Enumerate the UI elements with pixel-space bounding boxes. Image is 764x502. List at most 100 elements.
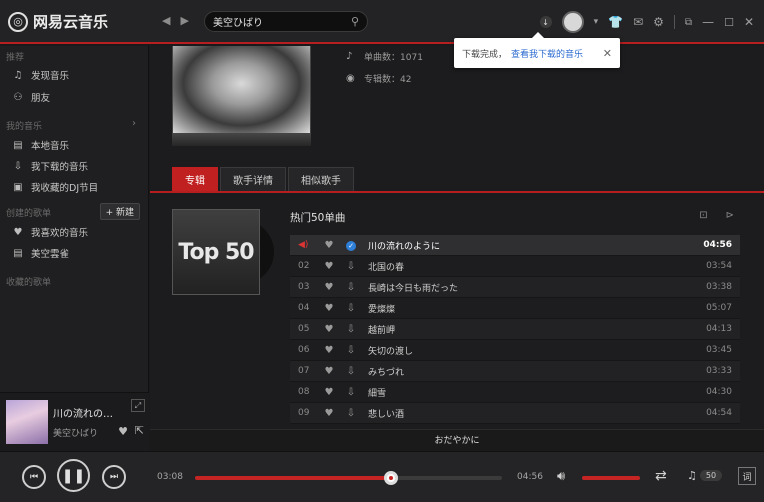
app-logo[interactable]: ◎ 网易云音乐 (8, 11, 108, 32)
friends-icon: ⚇ (13, 91, 23, 103)
like-heart-icon[interactable]: ♥ (318, 282, 340, 293)
now-playing-artist[interactable]: 美空ひばり (53, 426, 98, 439)
sidebar-item-friends[interactable]: ⚇ 朋友 (12, 90, 51, 105)
track-duration: 04:56 (703, 240, 732, 250)
share-icon[interactable]: ⇱ (135, 424, 144, 437)
download-icon[interactable]: ⇩ (340, 324, 362, 335)
table-row[interactable]: 04 ♥ ⇩ 愛燦燦 05:07 (290, 298, 740, 319)
artist-tabs: 专辑 歌手详情 相似歌手 (172, 167, 354, 191)
song-count-label: 单曲数： (364, 53, 401, 63)
main-content: ♪ 单曲数：1071 ◉ 专辑数：42 专辑 歌手详情 相似歌手 Top 50 … (150, 46, 764, 451)
track-list-actions: ⊡ ⊳ (699, 210, 734, 221)
expand-icon[interactable]: ⤢ (131, 399, 145, 412)
sidebar-item-label: 美空雲雀 (31, 249, 70, 260)
like-heart-icon[interactable]: ♥ (318, 303, 340, 314)
sidebar-item-playlist[interactable]: ▤ 美空雲雀 (12, 246, 70, 261)
track-number: 05 (298, 324, 310, 334)
like-heart-icon[interactable]: ♥ (318, 366, 340, 377)
pause-icon[interactable]: ❚❚ (57, 459, 90, 492)
local-music-icon: ▤ (13, 139, 23, 151)
like-heart-icon[interactable]: ♥ (118, 425, 128, 438)
search-icon[interactable]: ⚲ (351, 15, 359, 28)
progress-slider[interactable] (195, 471, 502, 485)
download-icon[interactable]: ⇩ (340, 387, 362, 398)
close-icon[interactable]: ✕ (603, 47, 612, 60)
track-name: 越前岬 (368, 325, 396, 336)
download-icon[interactable]: ⇩ (340, 345, 362, 356)
table-row[interactable]: ◀) ♥ ✓ 川の流れのように 04:56 (290, 235, 740, 256)
table-row[interactable]: 02 ♥ ⇩ 北国の春 03:54 (290, 256, 740, 277)
download-status-icon[interactable]: ↓ (539, 16, 552, 28)
section-my-music: 我的音乐 (6, 122, 43, 132)
sidebar-item-label: 本地音乐 (31, 141, 70, 152)
volume-slider[interactable] (582, 476, 640, 480)
close-icon[interactable]: ✕ (744, 15, 754, 29)
like-heart-icon[interactable]: ♥ (318, 408, 340, 419)
download-icon[interactable]: ⇩ (340, 366, 362, 377)
volume-fill (582, 476, 640, 480)
chevron-down-icon[interactable]: ▾ (594, 17, 599, 27)
sidebar-item-label: 朋友 (31, 93, 51, 104)
tab-artist-details[interactable]: 歌手详情 (220, 167, 286, 191)
next-track-icon[interactable]: ⏭ (102, 465, 126, 489)
track-number: 07 (298, 366, 310, 376)
disc-icon: ◉ (346, 73, 355, 84)
sidebar-item-discover[interactable]: ♫ 发现音乐 (12, 68, 70, 83)
like-heart-icon[interactable]: ♥ (318, 261, 340, 272)
message-icon[interactable]: ✉ (633, 15, 643, 29)
downloaded-check-icon[interactable]: ✓ (340, 240, 362, 251)
previous-track-icon[interactable]: ⏮ (22, 465, 46, 489)
table-row[interactable]: 03 ♥ ⇩ 長崎は今日も雨だった 03:38 (290, 277, 740, 298)
table-row[interactable]: 07 ♥ ⇩ みちづれ 03:33 (290, 361, 740, 382)
lyrics-icon[interactable]: 词 (738, 467, 756, 485)
view-downloads-link[interactable]: 查看我下载的音乐 (511, 47, 583, 60)
download-icon[interactable]: ⇩ (340, 408, 362, 419)
volume-icon[interactable]: 🔊︎ (557, 469, 565, 484)
tab-albums[interactable]: 专辑 (172, 167, 218, 191)
sidebar-item-dj[interactable]: ▣ 我收藏的DJ节目 (12, 180, 98, 195)
now-playing-cover[interactable] (6, 400, 48, 444)
sidebar-item-downloads[interactable]: ⇩ 我下载的音乐 (12, 159, 88, 174)
like-heart-icon[interactable]: ♥ (318, 324, 340, 335)
sidebar-item-liked[interactable]: ♥ 我喜欢的音乐 (12, 225, 89, 240)
search-input[interactable] (213, 16, 351, 27)
like-heart-icon[interactable]: ♥ (318, 387, 340, 398)
table-row[interactable]: 06 ♥ ⇩ 矢切の渡し 03:45 (290, 340, 740, 361)
user-avatar[interactable] (561, 11, 584, 33)
now-playing-mini[interactable]: 川の流れの… 美空ひばり ⤢ ♥ ⇱ (0, 392, 149, 451)
track-duration: 04:13 (706, 324, 732, 334)
like-heart-icon[interactable]: ♥ (318, 240, 340, 251)
download-icon[interactable]: ⇩ (340, 261, 362, 272)
settings-gear-icon[interactable]: ⚙ (653, 15, 664, 29)
table-row[interactable]: 09 ♥ ⇩ 悲しい酒 04:54 (290, 403, 740, 424)
download-icon[interactable]: ⇩ (340, 303, 362, 314)
tab-similar-artists[interactable]: 相似歌手 (288, 167, 354, 191)
new-playlist-button[interactable]: + 新建 (99, 203, 140, 220)
mini-mode-icon[interactable]: ⧉ (685, 17, 692, 28)
play-all-icon[interactable]: ⊳ (726, 210, 734, 221)
track-name: 川の流れのように (368, 241, 441, 252)
download-icon[interactable]: ⇩ (340, 282, 362, 293)
table-row[interactable]: 05 ♥ ⇩ 越前岬 04:13 (290, 319, 740, 340)
album-count-stat: ◉ 专辑数：42 (346, 72, 411, 85)
loop-mode-icon[interactable]: ⇄ (655, 468, 667, 484)
forward-arrow-icon[interactable]: ▶ (180, 14, 188, 27)
lyric-strip[interactable]: おだやかに (150, 429, 764, 451)
top50-album-cover[interactable]: Top 50 (172, 209, 260, 295)
back-arrow-icon[interactable]: ◀ (162, 14, 170, 27)
progress-knob[interactable] (384, 471, 399, 485)
track-number: 09 (298, 408, 310, 418)
track-number: 08 (298, 387, 310, 397)
photo-reflection (172, 134, 311, 146)
minimize-icon[interactable]: — (702, 15, 714, 29)
song-count-stat: ♪ 单曲数：1071 (346, 50, 423, 63)
chevron-right-icon[interactable]: › (132, 118, 136, 129)
add-folder-icon[interactable]: ⊡ (699, 210, 707, 221)
skin-icon[interactable]: 👕 (608, 15, 623, 29)
like-heart-icon[interactable]: ♥ (318, 345, 340, 356)
sidebar-item-label: 我喜欢的音乐 (31, 228, 89, 239)
maximize-icon[interactable]: ☐ (724, 16, 734, 29)
sidebar-item-local-music[interactable]: ▤ 本地音乐 (12, 138, 70, 153)
playlist-button[interactable]: ♫ 50 (687, 469, 723, 482)
table-row[interactable]: 08 ♥ ⇩ 細雪 04:30 (290, 382, 740, 403)
